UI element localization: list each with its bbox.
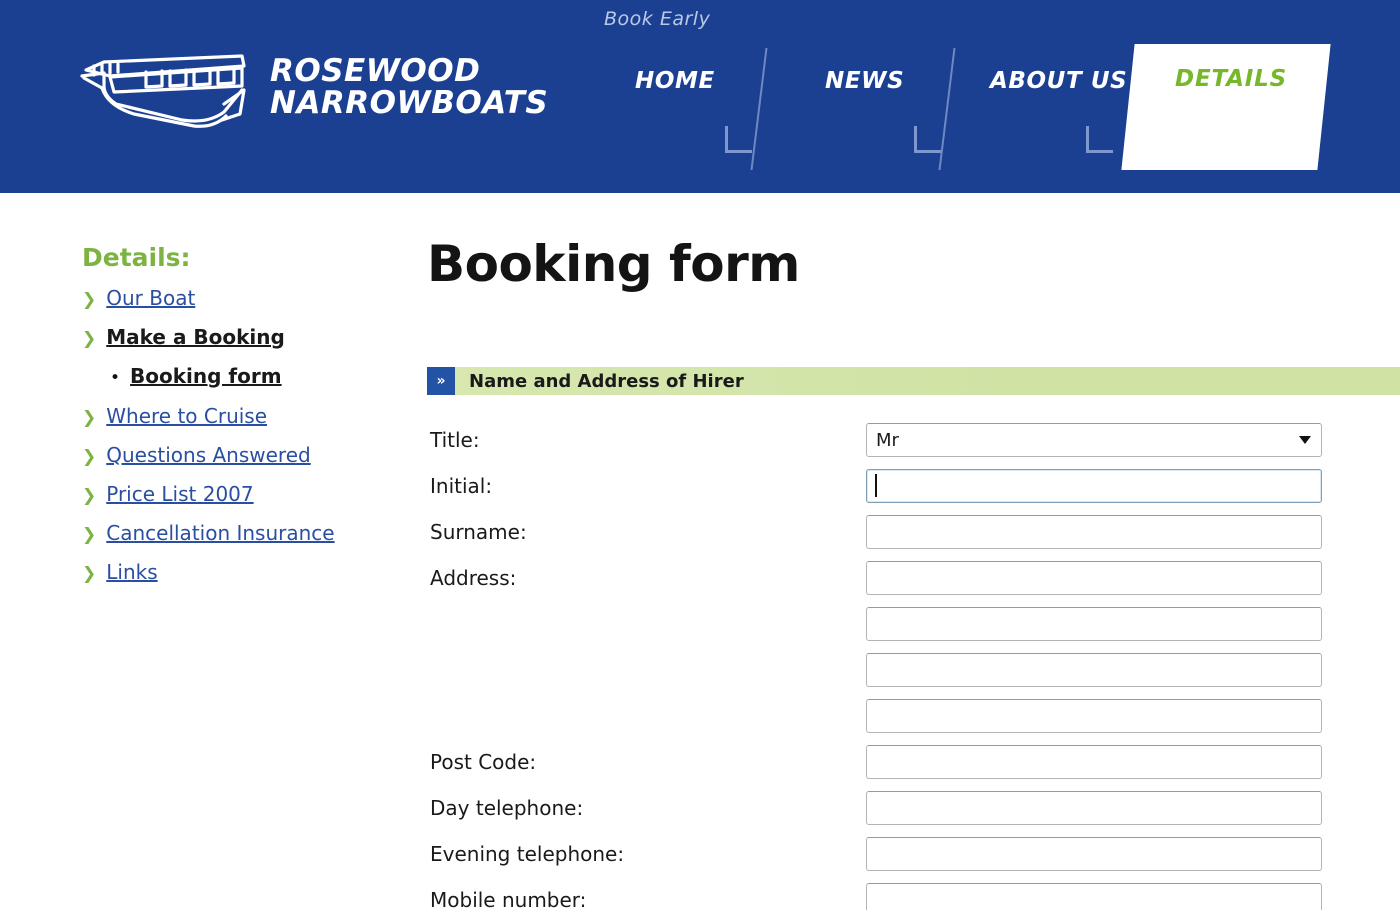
- control-address-2: [866, 607, 1322, 641]
- sidebar: Details: ❯ Our Boat ❯ Make a Booking • B…: [82, 243, 402, 599]
- nav-corner-3: [1086, 126, 1113, 153]
- site-header: Book Early ROSEWOOD NARROWBOATS HOME NEW…: [0, 0, 1400, 193]
- sidebar-link-label[interactable]: Price List 2007: [106, 482, 253, 506]
- chevron-right-icon: ❯: [82, 525, 97, 545]
- form-row-initial: Initial:: [427, 469, 1400, 515]
- title-select[interactable]: Mr: [866, 423, 1322, 457]
- label-evening-telephone: Evening telephone:: [430, 842, 625, 866]
- nav-divider-1: [750, 48, 768, 170]
- address-line-2-input[interactable]: [866, 607, 1322, 641]
- nav-item-home[interactable]: HOME: [635, 68, 715, 94]
- text-caret: [875, 474, 877, 497]
- sidebar-item-price-list[interactable]: ❯ Price List 2007: [82, 482, 402, 506]
- chevron-right-icon: ❯: [82, 447, 97, 467]
- bullet-icon: •: [110, 368, 121, 388]
- sidebar-link-label[interactable]: Where to Cruise: [106, 404, 267, 428]
- tagline: Book Early: [604, 8, 711, 30]
- control-day-telephone: [866, 791, 1322, 825]
- form-row-day-telephone: Day telephone:: [427, 791, 1400, 837]
- nav-item-about-us[interactable]: ABOUT US: [990, 68, 1127, 94]
- control-address-3: [866, 653, 1322, 687]
- sidebar-item-our-boat[interactable]: ❯ Our Boat: [82, 286, 402, 310]
- nav-item-news[interactable]: NEWS: [825, 68, 904, 94]
- sidebar-link-label[interactable]: Cancellation Insurance: [106, 521, 334, 545]
- address-line-4-input[interactable]: [866, 699, 1322, 733]
- label-title: Title:: [430, 428, 480, 452]
- double-chevron-icon: »: [427, 367, 455, 395]
- form-row-address-3: [427, 653, 1400, 699]
- chevron-right-icon: ❯: [82, 486, 97, 506]
- sidebar-item-where-to-cruise[interactable]: ❯ Where to Cruise: [82, 404, 402, 428]
- control-post-code: [866, 745, 1322, 779]
- address-line-3-input[interactable]: [866, 653, 1322, 687]
- main-nav: HOME NEWS ABOUT US DETAILS: [600, 36, 1360, 176]
- label-day-telephone: Day telephone:: [430, 796, 584, 820]
- sidebar-link-label[interactable]: Make a Booking: [106, 325, 285, 349]
- evening-telephone-input[interactable]: [866, 837, 1322, 871]
- control-evening-telephone: [866, 837, 1322, 871]
- sidebar-item-links[interactable]: ❯ Links: [82, 560, 402, 584]
- control-address-1: [866, 561, 1322, 595]
- label-address: Address:: [430, 566, 517, 590]
- control-mobile-number: [866, 883, 1322, 910]
- narrowboat-icon: [80, 54, 246, 128]
- sidebar-link-label[interactable]: Our Boat: [106, 286, 195, 310]
- label-mobile-number: Mobile number:: [430, 888, 587, 910]
- sidebar-item-questions-answered[interactable]: ❯ Questions Answered: [82, 443, 402, 467]
- chevron-right-icon: ❯: [82, 408, 97, 428]
- nav-corner-1: [725, 126, 752, 153]
- section-title: Name and Address of Hirer: [469, 370, 744, 392]
- page-title: Booking form: [427, 235, 800, 293]
- day-telephone-input[interactable]: [866, 791, 1322, 825]
- control-surname: [866, 515, 1322, 549]
- form-row-address-4: [427, 699, 1400, 745]
- sidebar-link-label[interactable]: Links: [106, 560, 157, 584]
- chevron-down-icon: [1299, 436, 1311, 444]
- surname-input[interactable]: [866, 515, 1322, 549]
- chevron-right-icon: ❯: [82, 564, 97, 584]
- mobile-number-input[interactable]: [866, 883, 1322, 910]
- form-row-evening-telephone: Evening telephone:: [427, 837, 1400, 883]
- chevron-right-icon: ❯: [82, 290, 97, 310]
- sidebar-subitem-booking-form[interactable]: • Booking form: [110, 364, 402, 388]
- nav-divider-2: [938, 48, 956, 170]
- nav-tab-details-background: [1121, 44, 1331, 170]
- control-initial: [866, 469, 1322, 503]
- label-surname: Surname:: [430, 520, 527, 544]
- form-row-title: Title: Mr: [427, 423, 1400, 469]
- sidebar-item-cancellation-insurance[interactable]: ❯ Cancellation Insurance: [82, 521, 402, 545]
- title-select-value: Mr: [876, 429, 899, 451]
- sidebar-item-make-a-booking[interactable]: ❯ Make a Booking: [82, 325, 402, 349]
- nav-corner-2: [914, 126, 941, 153]
- sidebar-link-label[interactable]: Questions Answered: [106, 443, 310, 467]
- label-initial: Initial:: [430, 474, 493, 498]
- main-content: Booking form » Name and Address of Hirer…: [427, 193, 1400, 910]
- post-code-input[interactable]: [866, 745, 1322, 779]
- control-address-4: [866, 699, 1322, 733]
- site-logo[interactable]: ROSEWOOD NARROWBOATS: [74, 42, 548, 134]
- brand-name: ROSEWOOD NARROWBOATS: [270, 53, 549, 121]
- form-row-post-code: Post Code:: [427, 745, 1400, 791]
- label-post-code: Post Code:: [430, 750, 537, 774]
- form-row-surname: Surname:: [427, 515, 1400, 561]
- page-body: Details: ❯ Our Boat ❯ Make a Booking • B…: [0, 193, 1400, 910]
- booking-form: Title: Mr Initial: Surname: Address: Pos…: [427, 423, 1400, 910]
- nav-tab-details[interactable]: DETAILS: [1156, 66, 1306, 92]
- control-title: Mr: [866, 423, 1322, 457]
- sidebar-sublink-label[interactable]: Booking form: [130, 364, 282, 388]
- sidebar-heading: Details:: [82, 243, 191, 272]
- form-row-mobile-number: Mobile number:: [427, 883, 1400, 910]
- chevron-right-icon: ❯: [82, 329, 97, 349]
- address-line-1-input[interactable]: [866, 561, 1322, 595]
- form-row-address-2: [427, 607, 1400, 653]
- section-header-name-and-address: » Name and Address of Hirer: [427, 367, 1400, 395]
- initial-input[interactable]: [866, 469, 1322, 503]
- form-row-address-1: Address:: [427, 561, 1400, 607]
